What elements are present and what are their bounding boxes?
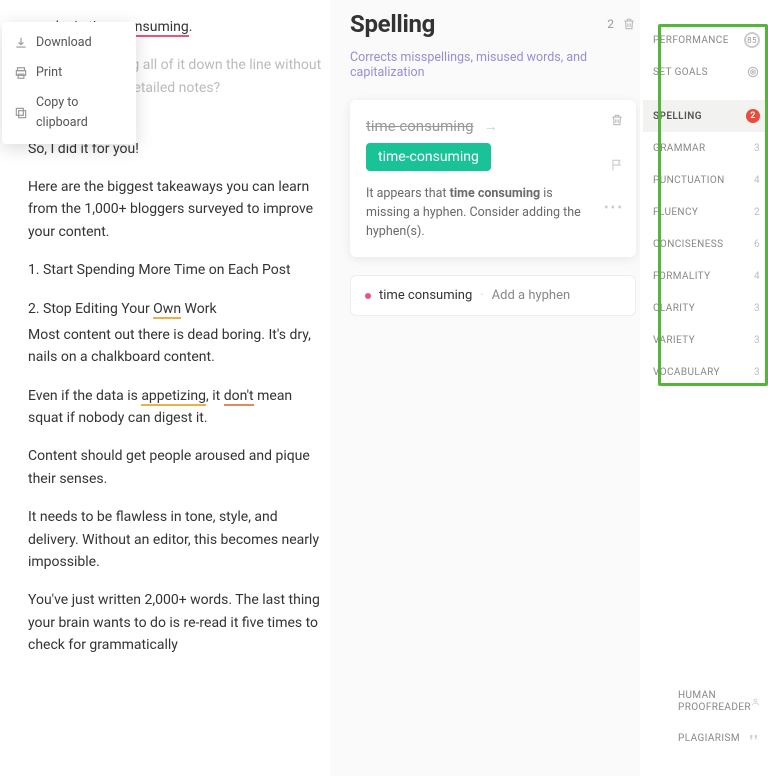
- category-count: 2: [607, 17, 614, 31]
- editor-line: Most content out there is dead boring. I…: [28, 324, 322, 369]
- print-icon: [14, 66, 28, 80]
- category-desc: Corrects misspellings, misused words, an…: [350, 50, 636, 80]
- download-icon: [14, 36, 28, 50]
- editor-line: Content should get people aroused and pi…: [28, 445, 322, 490]
- category-title: Spelling: [350, 10, 435, 38]
- sidebar-label: HUMAN PROOFREADER: [678, 690, 751, 714]
- right-sidebar: PERFORMANCE 85 SET GOALS SPELLING2GRAMMA…: [640, 0, 768, 776]
- error-dot-icon: [365, 293, 371, 299]
- context-menu: Download Print Copy to clipboard: [2, 22, 136, 144]
- menu-download[interactable]: Download: [2, 28, 136, 58]
- wrong-text: time consuming: [366, 117, 474, 135]
- copy-icon: [14, 106, 28, 120]
- editor-line: Even if the data is appetizing, it don't…: [28, 385, 322, 430]
- editor-line: 2. Stop Editing Your Own Work: [28, 298, 322, 320]
- suggestions-panel: Spelling 2 Corrects misspellings, misuse…: [330, 0, 640, 776]
- sidebar-plagiarism[interactable]: PLAGIARISM: [668, 720, 768, 756]
- editor-line: It needs to be flawless in tone, style, …: [28, 506, 322, 573]
- editor-line: Here are the biggest takeaways you can l…: [28, 176, 322, 243]
- flag-icon[interactable]: [610, 158, 624, 172]
- highlight-box: [658, 24, 768, 386]
- editor-line: You've just written 2,000+ words. The la…: [28, 589, 322, 656]
- suggestion-card: ••• time consuming → time-consuming It a…: [350, 100, 636, 257]
- dismiss-icon[interactable]: [610, 112, 624, 128]
- menu-copy[interactable]: Copy to clipboard: [2, 88, 136, 138]
- apply-fix-button[interactable]: time-consuming: [366, 143, 491, 171]
- editor-line: 1. Start Spending More Time on Each Post: [28, 259, 322, 281]
- menu-print[interactable]: Print: [2, 58, 136, 88]
- mini-text: time consuming: [379, 288, 472, 303]
- warn-appetizing[interactable]: appetizing: [141, 388, 206, 406]
- collapsed-suggestion[interactable]: time consuming · Add a hyphen: [350, 275, 636, 316]
- editor-area[interactable]: graphs is time consuming. Download Print…: [0, 0, 330, 776]
- menu-label: Print: [36, 63, 62, 83]
- arrow-icon: →: [484, 118, 498, 135]
- person-icon: [751, 695, 760, 709]
- explanation-text: It appears that time consuming is missin…: [366, 185, 596, 241]
- mini-action[interactable]: Add a hyphen: [492, 288, 571, 303]
- warn-own[interactable]: Own: [153, 301, 181, 319]
- warn-dont[interactable]: don't: [224, 388, 254, 406]
- quote-icon: [746, 731, 760, 745]
- menu-label: Copy to clipboard: [36, 93, 124, 133]
- menu-label: Download: [36, 33, 92, 53]
- more-icon[interactable]: •••: [604, 200, 624, 216]
- trash-icon[interactable]: [622, 16, 636, 32]
- sidebar-label: PLAGIARISM: [678, 733, 740, 744]
- sidebar-proofreader[interactable]: HUMAN PROOFREADER: [668, 684, 768, 720]
- separator: ·: [480, 288, 483, 303]
